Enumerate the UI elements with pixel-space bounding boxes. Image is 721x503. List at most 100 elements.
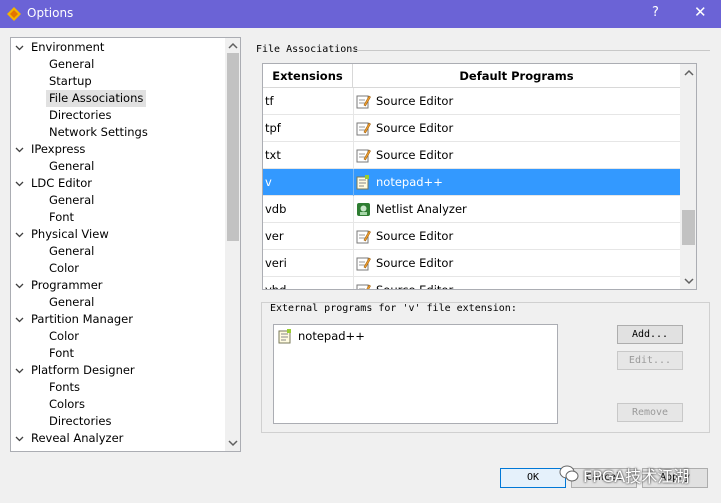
source-editor-icon — [356, 257, 371, 271]
extension-cell: txt — [265, 148, 281, 162]
options-tree: Environment General Startup File Associatio… — [10, 37, 241, 452]
tree-item[interactable]: Directories — [46, 413, 114, 430]
tree-item-label: Startup — [49, 74, 92, 88]
expand-chevron-icon[interactable] — [15, 179, 24, 188]
table-row[interactable]: veri Source Editor — [263, 250, 680, 277]
external-programs-label: External programs for 'v' file extension… — [268, 303, 519, 314]
table-row[interactable]: tpf Source Editor — [263, 115, 680, 142]
tree-item[interactable]: Fonts — [46, 379, 83, 396]
tree-item[interactable]: General — [46, 56, 97, 73]
program-name: Source Editor — [376, 121, 454, 135]
remove-button[interactable]: Remove — [617, 403, 683, 422]
tree-item[interactable]: Network Settings — [46, 124, 151, 141]
tree-item[interactable]: Reveal Analyzer — [15, 430, 126, 447]
add-button[interactable]: Add... — [617, 325, 683, 344]
extension-cell: vdb — [265, 202, 287, 216]
expand-chevron-icon[interactable] — [15, 315, 24, 324]
edit-button[interactable]: Edit... — [617, 351, 683, 370]
table-scrollbar[interactable] — [680, 64, 696, 289]
external-programs-list[interactable]: notepad++ — [273, 324, 558, 424]
extension-cell: v — [265, 175, 272, 189]
table-row[interactable]: tf Source Editor — [263, 88, 680, 115]
tree-item[interactable]: Physical View — [15, 226, 112, 243]
source-editor-icon — [356, 149, 371, 163]
file-associations-label: File Associations — [256, 44, 363, 55]
tree-item-label: Network Settings — [49, 125, 148, 139]
extension-cell: vhd — [265, 283, 287, 290]
tree-item[interactable]: Startup — [46, 73, 95, 90]
file-associations-table: Extensions Default Programs tf Source Edi… — [262, 63, 697, 290]
tree-scrollbar[interactable] — [225, 38, 240, 451]
tree-item[interactable]: General — [46, 192, 97, 209]
table-scroll-thumb[interactable] — [682, 210, 695, 245]
program-name: Source Editor — [376, 283, 454, 290]
cell-separator — [353, 223, 354, 250]
extension-cell: ver — [265, 229, 284, 243]
wechat-icon — [559, 465, 579, 482]
tree-item-label: Reveal Analyzer — [31, 431, 124, 445]
table-row[interactable]: vdb Netlist Analyzer — [263, 196, 680, 223]
extension-cell: tf — [265, 94, 274, 108]
scroll-up-icon[interactable] — [684, 68, 694, 78]
source-editor-icon — [356, 95, 371, 109]
tree-item[interactable]: Colors — [46, 396, 88, 413]
tree-item-label: Font — [49, 346, 75, 360]
scroll-down-icon[interactable] — [684, 276, 694, 286]
program-name: Source Editor — [376, 94, 454, 108]
tree-item[interactable]: General — [46, 294, 97, 311]
tree-item[interactable]: Color — [46, 260, 82, 277]
tree-item[interactable]: Platform Designer — [15, 362, 138, 379]
expand-chevron-icon[interactable] — [15, 366, 24, 375]
tree-item-label: File Associations — [46, 90, 147, 107]
expand-chevron-icon[interactable] — [15, 145, 24, 154]
tree-item-label: IPexpress — [31, 142, 86, 156]
expand-chevron-icon[interactable] — [15, 281, 24, 290]
expand-chevron-icon[interactable] — [15, 230, 24, 239]
tree-item[interactable]: Environment — [15, 39, 107, 56]
notepad-icon — [278, 329, 291, 344]
tree-item-label: Physical View — [31, 227, 109, 241]
table-row[interactable]: txt Source Editor — [263, 142, 680, 169]
tree-item[interactable]: Partition Manager — [15, 311, 136, 328]
cell-separator — [353, 250, 354, 277]
tree-item[interactable]: Color — [46, 328, 82, 345]
tree-item-label: Fonts — [49, 380, 81, 394]
tree-scroll-thumb[interactable] — [227, 53, 239, 241]
tree-item[interactable]: Font — [46, 209, 77, 226]
table-row[interactable]: vhd Source Editor — [263, 277, 680, 290]
tree-item-label: Color — [49, 329, 80, 343]
tree-item[interactable]: General — [46, 243, 97, 260]
group-divider — [352, 50, 710, 51]
tree-item-label: Environment — [31, 40, 105, 54]
tree-item[interactable]: Programmer — [15, 277, 106, 294]
tree-item[interactable]: File Associations — [46, 90, 147, 107]
tree-item-label: Color — [49, 261, 80, 275]
table-row[interactable]: v notepad++ — [263, 169, 680, 196]
notepad-icon — [356, 175, 369, 190]
extension-cell: tpf — [265, 121, 281, 135]
cell-separator — [353, 88, 354, 115]
extension-cell: veri — [265, 256, 287, 270]
program-name: Source Editor — [376, 148, 454, 162]
scroll-down-icon[interactable] — [228, 438, 238, 448]
cell-separator — [353, 115, 354, 142]
tree-item[interactable]: Font — [46, 345, 77, 362]
expand-chevron-icon[interactable] — [15, 43, 24, 52]
scroll-up-icon[interactable] — [228, 41, 238, 51]
ok-button[interactable]: OK — [500, 468, 566, 488]
column-header-default-programs[interactable]: Default Programs — [353, 64, 680, 88]
table-row[interactable]: ver Source Editor — [263, 223, 680, 250]
cell-separator — [353, 169, 354, 196]
help-button[interactable]: ? — [652, 5, 659, 20]
tree-item[interactable]: General — [46, 158, 97, 175]
column-header-extensions[interactable]: Extensions — [263, 64, 353, 88]
tree-item[interactable]: Directories — [46, 107, 114, 124]
close-button[interactable]: ✕ — [694, 3, 707, 21]
watermark-text: FPGA技术江湖 — [583, 467, 690, 486]
tree-item[interactable]: IPexpress — [15, 141, 88, 158]
tree-item-label: Directories — [49, 108, 112, 122]
tree-item-label: General — [49, 244, 95, 258]
expand-chevron-icon[interactable] — [15, 434, 24, 443]
tree-item-label: General — [49, 159, 95, 173]
tree-item[interactable]: LDC Editor — [15, 175, 95, 192]
